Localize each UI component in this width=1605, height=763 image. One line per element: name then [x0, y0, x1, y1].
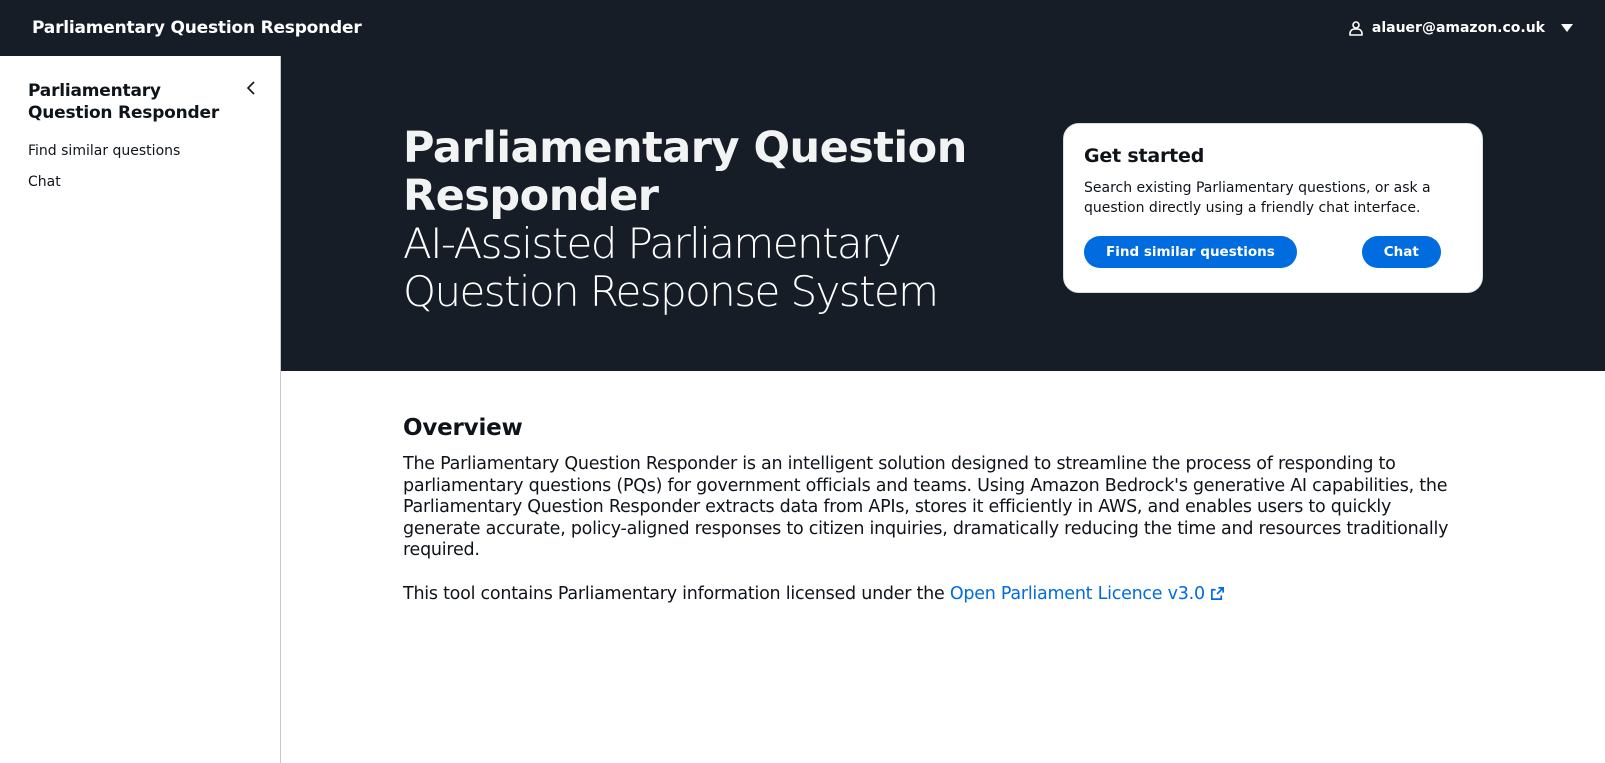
sidebar-item-find-similar-questions[interactable]: Find similar questions: [28, 142, 252, 160]
caret-down-icon: [1561, 23, 1573, 33]
sidebar-item-chat[interactable]: Chat: [28, 173, 252, 191]
chevron-left-icon[interactable]: [244, 80, 260, 100]
find-similar-questions-button[interactable]: Find similar questions: [1084, 236, 1297, 268]
main-content: Parliamentary Question Responder AI-Assi…: [281, 56, 1605, 763]
get-started-description: Search existing Parliamentary questions,…: [1084, 180, 1431, 216]
hero-subtitle: AI-Assisted Parliamentary Question Respo…: [403, 219, 939, 316]
licence-text: This tool contains Parliamentary informa…: [403, 583, 1463, 607]
get-started-card: Get started Search existing Parliamentar…: [1063, 123, 1483, 293]
app-title[interactable]: Parliamentary Question Responder: [32, 18, 362, 38]
side-navigation: Parliamentary Question Responder Find si…: [0, 56, 281, 763]
sidebar-header: Parliamentary Question Responder: [28, 80, 255, 124]
licence-prefix: This tool contains Parliamentary informa…: [403, 583, 950, 604]
overview-body: The Parliamentary Question Responder is …: [403, 454, 1449, 560]
external-link-icon: [1210, 585, 1225, 607]
overview-title: Overview: [403, 415, 523, 441]
get-started-title: Get started: [1084, 145, 1205, 167]
user-email: alauer@amazon.co.uk: [1371, 20, 1545, 36]
open-parliament-licence-link[interactable]: Open Parliament Licence v3.0: [950, 584, 1225, 604]
user-menu[interactable]: alauer@amazon.co.uk: [1348, 20, 1573, 36]
overview-section: Overview The Parliamentary Question Resp…: [403, 413, 1463, 607]
get-started-actions: Find similar questions Chat: [1084, 236, 1462, 268]
licence-link-label: Open Parliament Licence v3.0: [949, 583, 1205, 604]
top-navigation: Parliamentary Question Responder alauer@…: [0, 0, 1605, 56]
hero-title: Parliamentary Question Responder: [403, 123, 967, 221]
hero-banner: Parliamentary Question Responder AI-Assi…: [281, 56, 1605, 371]
user-icon: [1348, 20, 1364, 36]
chat-button[interactable]: Chat: [1361, 236, 1441, 268]
sidebar-nav-list: Find similar questions Chat: [28, 142, 252, 191]
sidebar-title[interactable]: Parliamentary Question Responder: [28, 80, 243, 124]
